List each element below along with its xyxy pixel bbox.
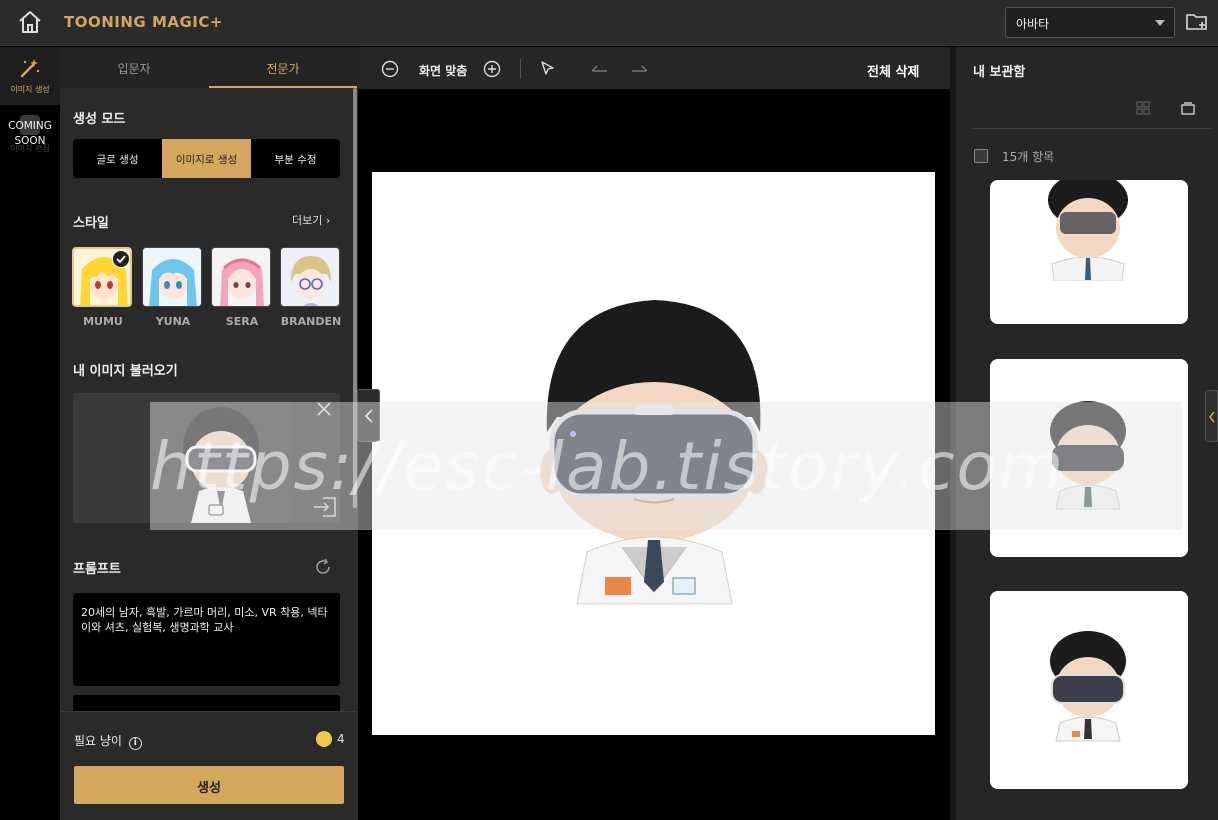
style-card-branden[interactable]: BRANDEN bbox=[280, 247, 342, 328]
gallery-item[interactable] bbox=[990, 180, 1188, 324]
clear-all-button[interactable]: 전체 삭제 bbox=[867, 61, 919, 80]
style-card-yuna[interactable]: YUNA bbox=[142, 247, 204, 328]
chevron-left-icon bbox=[1209, 411, 1215, 423]
watermark-text: https://esc-lab.tistory.com bbox=[150, 428, 1066, 505]
style-thumbnail bbox=[280, 247, 340, 307]
style-thumbnail bbox=[211, 247, 271, 307]
rail-item-coming-soon: 이미지 편집 COMING SOON bbox=[0, 109, 60, 155]
grid-view-icon[interactable] bbox=[1136, 101, 1150, 115]
style-title: 스타일 bbox=[73, 216, 109, 231]
mode-title: 생성 모드 bbox=[73, 112, 126, 127]
style-thumbnail bbox=[142, 247, 202, 307]
rail-item-label: 이미지 생성 bbox=[10, 85, 50, 94]
item-count: 15개 항목 bbox=[1002, 150, 1055, 164]
tab-expert[interactable]: 전문가 bbox=[209, 47, 357, 88]
rail-item-image-generation[interactable]: 이미지 생성 bbox=[0, 47, 60, 105]
new-folder-icon[interactable] bbox=[1186, 12, 1208, 32]
more-link[interactable]: 더보기 › bbox=[292, 212, 330, 228]
check-icon bbox=[112, 250, 130, 268]
mode-text-button[interactable]: 글로 생성 bbox=[73, 139, 162, 178]
avatar-select-value: 아바타 bbox=[1016, 17, 1050, 31]
info-icon[interactable]: i bbox=[128, 737, 142, 750]
magic-wand-icon bbox=[20, 59, 40, 78]
style-name: MUMU bbox=[83, 315, 123, 328]
avatar-select[interactable]: 아바타 bbox=[1005, 7, 1175, 38]
refresh-icon[interactable] bbox=[314, 558, 332, 576]
prompt-input[interactable]: 20세의 남자, 흑발, 가르마 머리, 미소, VR 착용, 넥타이와 셔츠,… bbox=[73, 593, 340, 686]
mode-selector: 글로 생성 이미지로 생성 부분 수정 bbox=[73, 139, 340, 178]
gallery-thumbnail bbox=[990, 180, 1188, 324]
chevron-down-icon bbox=[1155, 20, 1165, 26]
cost-label: 필요 냥이 i bbox=[74, 732, 142, 750]
cost-label-text: 필요 냥이 bbox=[74, 734, 122, 748]
expand-storage-button[interactable] bbox=[1205, 390, 1218, 442]
generate-footer: 필요 냥이 i 4 생성 bbox=[60, 711, 358, 820]
tab-beginner[interactable]: 입문자 bbox=[60, 47, 208, 88]
level-tabs: 입문자 전문가 bbox=[60, 47, 358, 88]
undo-icon[interactable] bbox=[589, 60, 609, 76]
canvas-toolbar: 화면 맞춤 전체 삭제 bbox=[358, 47, 950, 89]
storage-divider bbox=[973, 128, 1211, 129]
style-card-mumu[interactable]: MUMU bbox=[72, 247, 134, 328]
cost-value: 4 bbox=[337, 732, 345, 746]
fit-to-screen-button[interactable]: 화면 맞춤 bbox=[419, 62, 467, 79]
chevron-right-icon: › bbox=[325, 214, 331, 227]
style-list: MUMU YUNA SERA BRANDEN bbox=[72, 247, 344, 337]
prompt-title: 프롬프트 bbox=[73, 562, 121, 577]
top-bar: TOONING MAGIC+ 아바타 bbox=[0, 0, 1218, 46]
gallery-thumbnail bbox=[990, 591, 1188, 789]
style-card-sera[interactable]: SERA bbox=[211, 247, 273, 328]
home-icon[interactable] bbox=[17, 10, 43, 34]
mode-partial-edit-button[interactable]: 부분 수정 bbox=[251, 139, 340, 178]
gallery-item[interactable] bbox=[990, 591, 1188, 789]
zoom-in-icon[interactable] bbox=[483, 60, 501, 78]
coin-icon bbox=[316, 731, 332, 747]
style-name: SERA bbox=[225, 315, 259, 328]
stack-view-icon[interactable] bbox=[1181, 101, 1195, 115]
style-name: BRANDEN bbox=[280, 315, 342, 328]
cursor-icon[interactable] bbox=[540, 60, 556, 78]
zoom-out-icon[interactable] bbox=[381, 60, 399, 78]
toolbar-divider bbox=[520, 59, 521, 79]
style-name: YUNA bbox=[155, 315, 191, 328]
generate-button[interactable]: 생성 bbox=[74, 766, 344, 804]
app-logo[interactable]: TOONING MAGIC+ bbox=[64, 13, 223, 31]
more-link-label: 더보기 bbox=[292, 214, 323, 227]
load-image-title: 내 이미지 불러오기 bbox=[73, 364, 178, 379]
redo-icon[interactable] bbox=[630, 60, 650, 76]
mode-image-button[interactable]: 이미지로 생성 bbox=[162, 139, 251, 178]
left-rail: 이미지 생성 이미지 편집 COMING SOON bbox=[0, 47, 60, 820]
coming-soon-label: COMING SOON bbox=[8, 120, 52, 147]
select-all-checkbox[interactable] bbox=[974, 149, 988, 163]
storage-title: 내 보관함 bbox=[973, 65, 1026, 80]
